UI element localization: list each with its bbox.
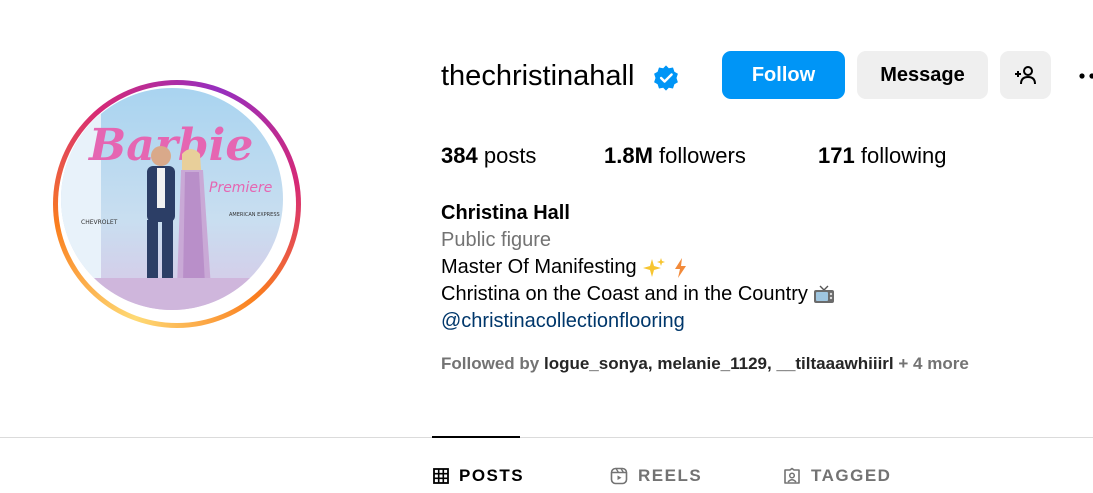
avatar-subtitle-text: Premiere: [209, 180, 272, 196]
avatar-brand-text: Barbie: [87, 120, 253, 171]
bio-line-1-text: Master Of Manifesting: [441, 256, 637, 278]
bio-line-2-text: Christina on the Coast and in the Countr…: [441, 283, 808, 305]
followers-stat[interactable]: 1.8M followers: [604, 142, 746, 170]
active-tab-indicator: [432, 436, 520, 438]
bio-line-2: Christina on the Coast and in the Countr…: [441, 281, 835, 307]
bio-category: Public figure: [441, 229, 552, 251]
avatar[interactable]: Barbie Premiere CHEVROLET AMERICAN EXPRE…: [61, 88, 283, 310]
profile-avatar-ring[interactable]: Barbie Premiere CHEVROLET AMERICAN EXPRE…: [53, 80, 301, 328]
follow-button[interactable]: Follow: [722, 51, 845, 99]
following-stat[interactable]: 171 following: [818, 142, 946, 170]
followed-by-separator: ,: [767, 354, 772, 373]
tab-reels[interactable]: REELS: [610, 463, 702, 489]
posts-stat: 384 posts: [441, 142, 536, 170]
tagged-icon: [784, 467, 800, 484]
message-button[interactable]: Message: [857, 51, 988, 99]
posts-count: 384: [441, 143, 478, 168]
avatar-sponsor-left: CHEVROLET: [81, 219, 118, 226]
followed-by[interactable]: Followed by logue_sonya, melanie_1129, _…: [441, 352, 969, 376]
lightning-icon: [674, 257, 686, 278]
bio-line-1: Master Of Manifesting: [441, 254, 690, 280]
add-user-icon: [1014, 66, 1036, 85]
followers-count: 1.8M: [604, 143, 653, 168]
tab-posts-label: POSTS: [459, 466, 525, 485]
television-icon: [814, 285, 835, 303]
sparkles-icon: [643, 257, 666, 277]
verified-badge-icon: [654, 65, 678, 91]
following-count: 171: [818, 143, 855, 168]
profile-username: thechristinahall: [441, 60, 635, 92]
followed-by-user[interactable]: logue_sonya: [544, 354, 648, 373]
bio-profile-link[interactable]: @christinacollectionflooring: [441, 308, 685, 334]
grid-icon: [433, 468, 449, 484]
followers-label: followers: [659, 143, 746, 168]
followed-by-prefix: Followed by: [441, 354, 540, 373]
following-label: following: [860, 143, 947, 168]
tabs-divider: [0, 437, 1093, 438]
tab-tagged[interactable]: TAGGED: [783, 463, 891, 489]
followed-by-more[interactable]: + 4 more: [898, 354, 968, 373]
avatar-sponsor-right: AMERICAN EXPRESS: [229, 212, 280, 218]
reels-icon: [610, 467, 628, 485]
tab-tagged-label: TAGGED: [811, 466, 892, 485]
followed-by-user[interactable]: melanie_1129: [657, 354, 767, 373]
tab-reels-label: REELS: [638, 466, 703, 485]
followed-by-separator: ,: [647, 354, 653, 373]
avatar-photo: Barbie Premiere CHEVROLET AMERICAN EXPRE…: [61, 88, 283, 310]
followed-by-user[interactable]: __tiltaaawhiiirl: [776, 354, 893, 373]
suggest-accounts-button[interactable]: [1000, 51, 1051, 99]
tab-posts[interactable]: POSTS: [433, 463, 524, 489]
posts-label: posts: [483, 143, 537, 168]
more-options-icon[interactable]: [1076, 70, 1093, 82]
bio-full-name: Christina Hall: [441, 202, 570, 224]
